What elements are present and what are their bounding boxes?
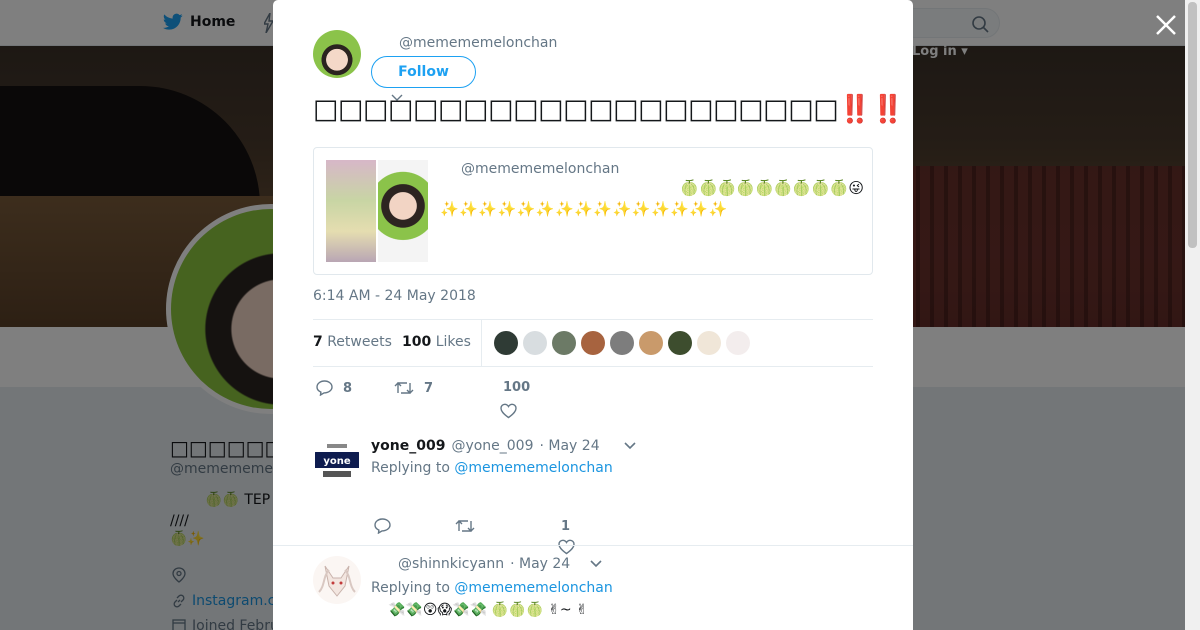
- likes-label: Likes: [435, 334, 471, 350]
- reply-date[interactable]: · May 24: [510, 556, 570, 572]
- likes-stat[interactable]: 100 Likes: [402, 334, 471, 350]
- liker-avatar[interactable]: [494, 331, 518, 355]
- liker-avatar[interactable]: [523, 331, 547, 355]
- retweet-count: 7: [424, 380, 434, 396]
- chevron-down-icon[interactable]: [624, 442, 636, 450]
- quoted-tweet-handle: @memememelonchan: [461, 161, 620, 177]
- reply-action[interactable]: 8: [316, 380, 352, 396]
- reply-author-handle[interactable]: @yone_009: [451, 438, 533, 454]
- reply-body: 💸💸😲😱💸💸 🍈🍈🍈 ✌~ ✌: [388, 602, 588, 618]
- page-scrollbar[interactable]: [1185, 0, 1200, 630]
- stats-divider: [481, 320, 482, 367]
- heart-icon[interactable]: [558, 539, 575, 555]
- reply-replying-to: Replying to @memememelonchan: [371, 580, 613, 596]
- quoted-tweet-image-selfie[interactable]: [378, 160, 428, 262]
- reply-avatar[interactable]: [313, 556, 361, 604]
- likers-avatars: [494, 331, 750, 355]
- reply-author-name[interactable]: yone_009: [371, 438, 445, 454]
- quoted-tweet[interactable]: @memememelonchan 🍈🍈🍈🍈🍈🍈🍈🍈🍈😜 ✨✨✨✨✨✨✨✨✨✨✨✨…: [313, 147, 873, 275]
- yone-logo-avatar: yone: [313, 438, 361, 486]
- quoted-tweet-emoji-line: 🍈🍈🍈🍈🍈🍈🍈🍈🍈😜: [680, 179, 864, 197]
- author-avatar[interactable]: [313, 30, 361, 78]
- liker-avatar[interactable]: [610, 331, 634, 355]
- like-count: 100: [503, 380, 531, 395]
- close-icon[interactable]: [1153, 12, 1179, 38]
- chevron-down-icon[interactable]: [590, 560, 602, 568]
- tweet-modal: @memememelonchan Follow □□□□□□□□□□□□□□□□…: [273, 0, 913, 630]
- retweets-count: 7: [313, 334, 323, 350]
- retweet-icon[interactable]: [455, 518, 475, 534]
- tweet-stats: 7 Retweets 100 Likes: [313, 319, 873, 367]
- reply-icon: [316, 380, 333, 396]
- replying-label: Replying to: [371, 460, 450, 476]
- scrollbar-thumb[interactable]: [1188, 2, 1197, 248]
- reply-like-count: 1: [561, 519, 571, 534]
- tweet-text-part-1: □□□□□□□□□□□□□□□□□□□□□: [313, 94, 839, 125]
- liker-avatar[interactable]: [552, 331, 576, 355]
- reply-header: @shinnkicyann · May 24: [392, 556, 602, 572]
- reply-divider: [273, 545, 913, 546]
- replying-to-link[interactable]: @memememelonchan: [454, 460, 612, 476]
- likes-count: 100: [402, 334, 432, 350]
- liker-avatar[interactable]: [697, 331, 721, 355]
- like-count-label: 100: [503, 380, 530, 395]
- retweets-label: Retweets: [327, 334, 392, 350]
- svg-text:yone: yone: [323, 456, 351, 467]
- tweet-text: □□□□□□□□□□□□□□□□□□□□□‼️‼️‼️□□□□□□□□□□□□□…: [313, 91, 913, 129]
- retweet-action[interactable]: 7: [394, 380, 433, 396]
- liker-avatar[interactable]: [581, 331, 605, 355]
- reply-date[interactable]: · May 24: [540, 438, 600, 454]
- heart-icon[interactable]: [500, 403, 517, 419]
- reply-header: yone_009 @yone_009 · May 24: [371, 438, 636, 454]
- follow-button[interactable]: Follow: [371, 56, 476, 88]
- liker-avatar[interactable]: [726, 331, 750, 355]
- author-handle[interactable]: @memememelonchan: [399, 35, 557, 51]
- tweet-text-exclamations-1: ‼️‼️‼️: [838, 94, 913, 125]
- liker-avatar[interactable]: [668, 331, 692, 355]
- quoted-tweet-image-drink[interactable]: [326, 160, 376, 262]
- replying-label: Replying to: [371, 580, 450, 596]
- quoted-tweet-text: 🍈🍈🍈🍈🍈🍈🍈🍈🍈😜 ✨✨✨✨✨✨✨✨✨✨✨✨✨✨✨: [440, 178, 864, 220]
- replying-to-link[interactable]: @memememelonchan: [454, 580, 612, 596]
- reply-tweet[interactable]: @shinnkicyann · May 24 Replying to @meme…: [313, 556, 873, 630]
- reply-replying-to: Replying to @memememelonchan: [371, 460, 613, 476]
- fox-avatar-image: [313, 556, 361, 604]
- retweets-stat[interactable]: 7 Retweets: [313, 334, 392, 350]
- retweet-icon: [394, 382, 414, 394]
- reply-icon[interactable]: [374, 518, 391, 534]
- reply-author-handle[interactable]: @shinnkicyann: [398, 556, 504, 572]
- reply-count: 8: [343, 380, 353, 396]
- tweet-timestamp[interactable]: 6:14 AM - 24 May 2018: [313, 288, 476, 304]
- liker-avatar[interactable]: [639, 331, 663, 355]
- reply-avatar[interactable]: yone: [313, 438, 361, 486]
- quoted-tweet-stars-line: ✨✨✨✨✨✨✨✨✨✨✨✨✨✨✨: [440, 200, 728, 218]
- reply-tweet[interactable]: yone yone_009 @yone_009 · May 24 Replyin…: [313, 438, 873, 555]
